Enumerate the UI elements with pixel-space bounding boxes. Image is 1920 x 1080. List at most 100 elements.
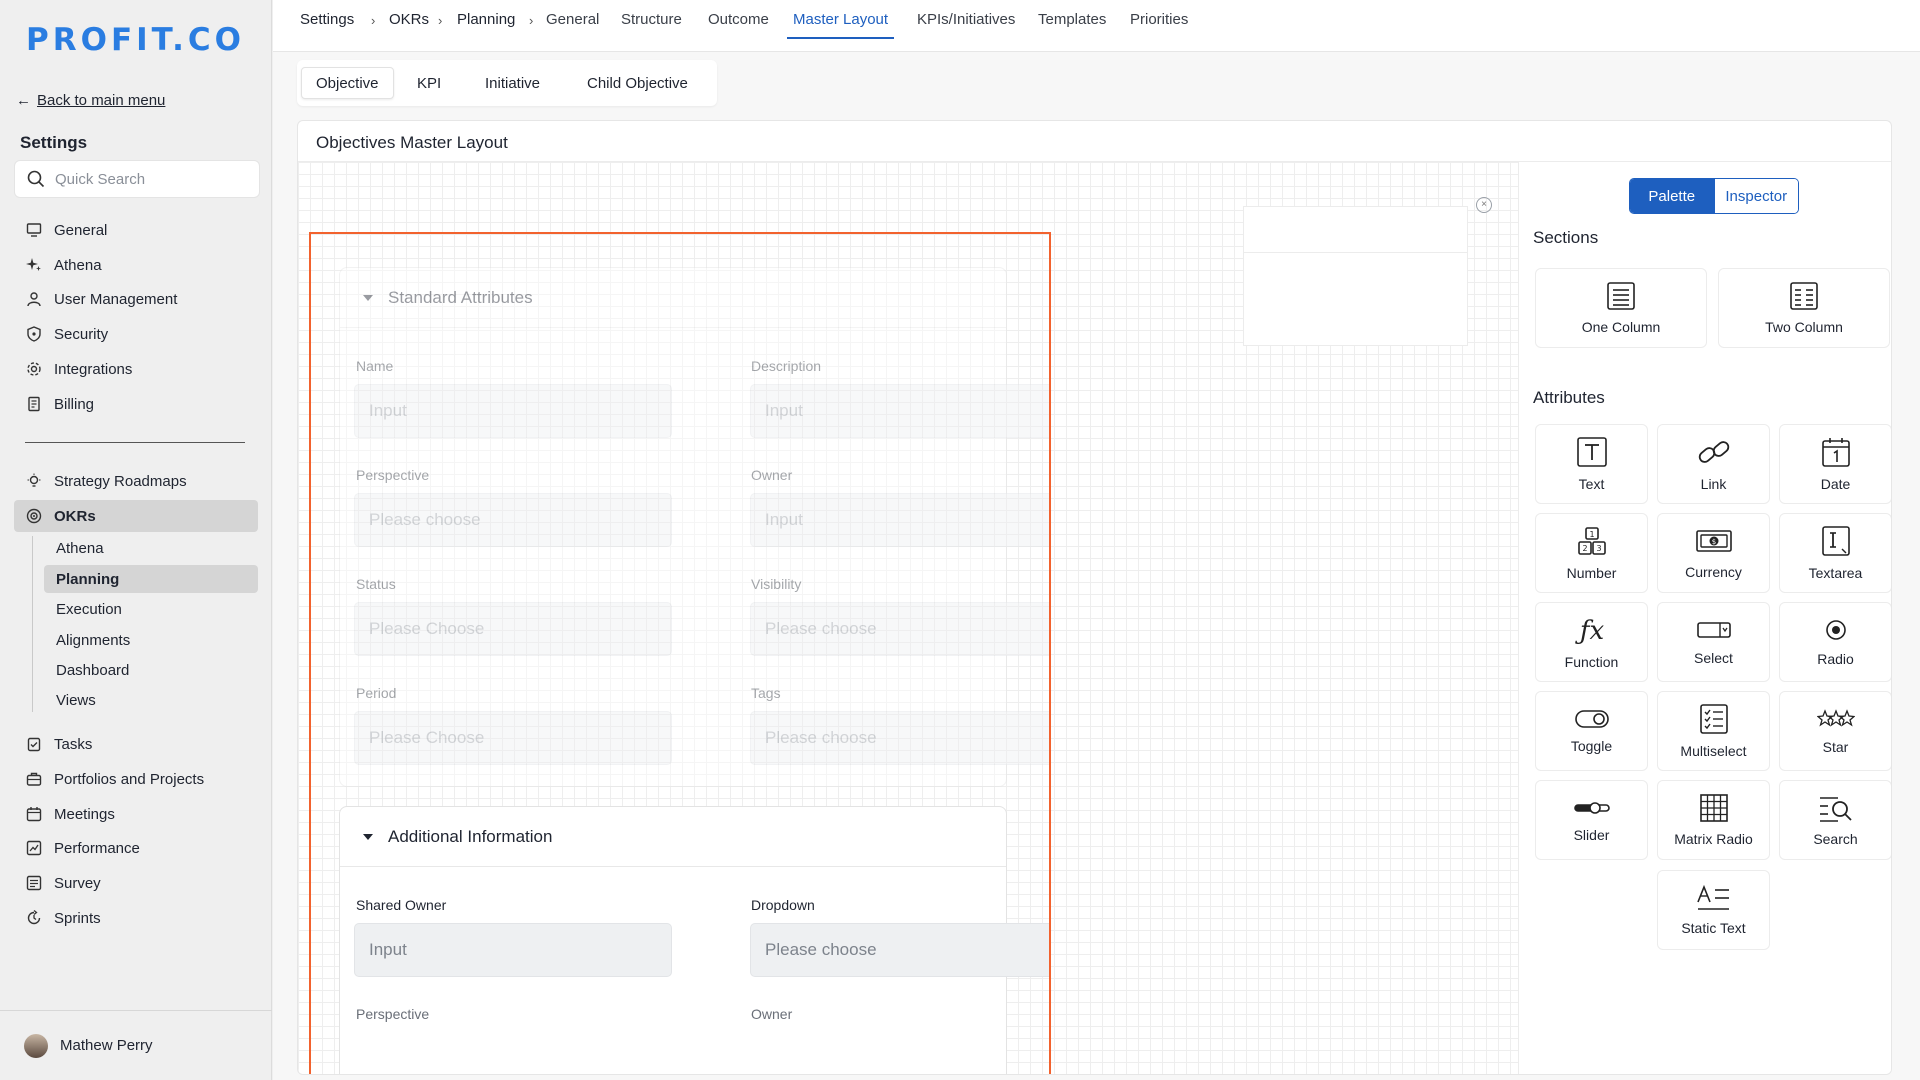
sidebar-item-billing[interactable]: Billing	[14, 388, 258, 420]
tab-priorities[interactable]: Priorities	[1130, 11, 1188, 39]
user-name: Mathew Perry	[60, 1037, 153, 1054]
sidebar-item-sprints[interactable]: Sprints	[14, 902, 258, 934]
drop-placeholder	[1243, 206, 1468, 346]
back-to-main-menu-link[interactable]: ← Back to main menu	[16, 92, 165, 109]
palette-function[interactable]: ƒx Function	[1535, 602, 1648, 682]
palette-toggle[interactable]: Toggle	[1535, 691, 1648, 771]
palette-radio[interactable]: Radio	[1779, 602, 1891, 682]
palette-search[interactable]: Search	[1779, 780, 1891, 860]
sidebar-item-portfolios[interactable]: Portfolios and Projects	[14, 763, 258, 795]
slider-icon	[1573, 802, 1610, 814]
subtab-objective[interactable]: Objective	[301, 67, 394, 99]
okr-sub-execution[interactable]: Execution	[44, 595, 258, 623]
sidebar-title: Settings	[20, 133, 88, 152]
palette-two-column[interactable]: Two Column	[1718, 268, 1890, 348]
field-label: Owner	[751, 467, 793, 483]
tab-outcome[interactable]: Outcome	[708, 11, 769, 39]
matrix-icon	[1699, 794, 1728, 822]
sidebar-item-integrations[interactable]: Integrations	[14, 353, 258, 385]
dropdown-select[interactable]: Please choose	[750, 923, 1049, 977]
quick-search-input[interactable]: Quick Search	[14, 160, 260, 198]
okr-sub-planning[interactable]: Planning	[44, 565, 258, 593]
form-preview: Standard Attributes Name Input Descripti…	[311, 234, 1049, 1074]
tab-general[interactable]: General	[546, 11, 599, 39]
sections-heading: Sections	[1533, 228, 1599, 247]
okr-sub-dashboard[interactable]: Dashboard	[44, 656, 258, 684]
sidebar-item-okrs[interactable]: OKRs	[14, 500, 258, 532]
layout-canvas[interactable]: × Standard Attributes Name Input Descrip…	[298, 162, 1518, 1074]
tile-label: Number	[1566, 565, 1617, 581]
okr-sub-views[interactable]: Views	[44, 686, 258, 714]
function-icon: ƒx	[1574, 616, 1604, 646]
subtab-kpi[interactable]: KPI	[403, 67, 455, 99]
user-profile[interactable]: Mathew Perry	[0, 1010, 272, 1080]
tab-templates[interactable]: Templates	[1038, 11, 1106, 39]
field-label: Description	[751, 358, 822, 374]
section-header[interactable]: Standard Attributes	[340, 268, 1006, 328]
shared-owner-input[interactable]: Input	[354, 923, 672, 977]
sidebar-item-strategy-roadmaps[interactable]: Strategy Roadmaps	[14, 465, 258, 497]
profitco-logo[interactable]: PROFIT.CO	[26, 22, 245, 58]
number-icon: 12 3	[1577, 527, 1606, 555]
status-select[interactable]: Please Choose	[354, 602, 672, 656]
palette-button[interactable]: Palette	[1630, 179, 1714, 213]
top-navigation: Settings › OKRs › Planning › General Str…	[273, 0, 1920, 52]
tab-kpis-initiatives[interactable]: KPIs/Initiatives	[917, 11, 1015, 39]
section-standard-attributes[interactable]: Standard Attributes Name Input Descripti…	[339, 267, 1049, 787]
subtab-child-objective[interactable]: Child Objective	[573, 67, 702, 99]
okr-sub-alignments[interactable]: Alignments	[44, 626, 258, 654]
breadcrumb-planning[interactable]: Planning	[457, 11, 515, 39]
sidebar-item-survey[interactable]: Survey	[14, 867, 258, 899]
perspective-select[interactable]: Please choose	[354, 493, 672, 547]
palette-static-text[interactable]: Static Text	[1657, 870, 1770, 950]
sprint-icon	[27, 910, 41, 925]
okr-sub-athena[interactable]: Athena	[44, 534, 258, 562]
sidebar-item-general[interactable]: General	[14, 214, 258, 246]
palette-textarea[interactable]: Textarea	[1779, 513, 1891, 593]
name-input[interactable]: Input	[354, 384, 672, 438]
section-additional-information[interactable]: Additional Information Shared Owner Inpu…	[339, 806, 1049, 1074]
owner-input[interactable]: Input	[750, 493, 1049, 547]
description-input[interactable]: Input	[750, 384, 1049, 438]
palette-matrix-radio[interactable]: Matrix Radio	[1657, 780, 1770, 860]
palette-star[interactable]: Star	[1779, 691, 1891, 771]
field-label: Visibility	[751, 576, 802, 592]
palette-number[interactable]: 123 Number	[1535, 513, 1648, 593]
breadcrumb-okrs[interactable]: OKRs	[389, 11, 429, 39]
sidebar-item-user-management[interactable]: User Management	[14, 283, 258, 315]
subtab-initiative[interactable]: Initiative	[471, 67, 554, 99]
sidebar-item-meetings[interactable]: Meetings	[14, 798, 258, 830]
svg-text:ƒx: ƒx	[1574, 616, 1604, 646]
sidebar-item-label: Tasks	[54, 735, 93, 753]
currency-icon: $	[1695, 530, 1732, 552]
sidebar-item-label: General	[54, 221, 108, 239]
section-header[interactable]: Additional Information	[340, 807, 1006, 867]
palette-text[interactable]: Text	[1535, 424, 1648, 504]
tab-structure[interactable]: Structure	[621, 11, 682, 39]
sidebar-item-tasks[interactable]: Tasks	[14, 728, 258, 760]
sidebar-item-label: Integrations	[54, 360, 133, 378]
sparkle-icon	[26, 258, 41, 271]
close-icon[interactable]: ×	[1476, 197, 1492, 213]
palette-one-column[interactable]: One Column	[1535, 268, 1707, 348]
palette-date[interactable]: Date	[1779, 424, 1891, 504]
inspector-button[interactable]: Inspector	[1713, 179, 1798, 213]
textarea-icon	[1821, 526, 1850, 556]
card-title: Objectives Master Layout	[316, 133, 508, 152]
palette-slider[interactable]: Slider	[1535, 780, 1648, 860]
palette-currency[interactable]: $ Currency	[1657, 513, 1770, 593]
period-select[interactable]: Please Choose	[354, 711, 672, 765]
tags-select[interactable]: Please choose	[750, 711, 1049, 765]
tab-master-layout[interactable]: Master Layout	[787, 11, 895, 39]
palette-multiselect[interactable]: Multiselect	[1657, 691, 1770, 771]
palette-select[interactable]: Select	[1657, 602, 1770, 682]
sidebar-item-performance[interactable]: Performance	[14, 832, 258, 864]
svg-text:$: $	[1711, 538, 1715, 546]
field-label: Perspective	[356, 467, 430, 483]
visibility-select[interactable]: Please choose	[750, 602, 1049, 656]
breadcrumb-settings[interactable]: Settings	[300, 11, 354, 39]
sidebar-item-security[interactable]: Security	[14, 318, 258, 350]
multiselect-icon	[1699, 704, 1728, 734]
palette-link[interactable]: Link	[1657, 424, 1770, 504]
sidebar-item-athena[interactable]: Athena	[14, 249, 258, 281]
